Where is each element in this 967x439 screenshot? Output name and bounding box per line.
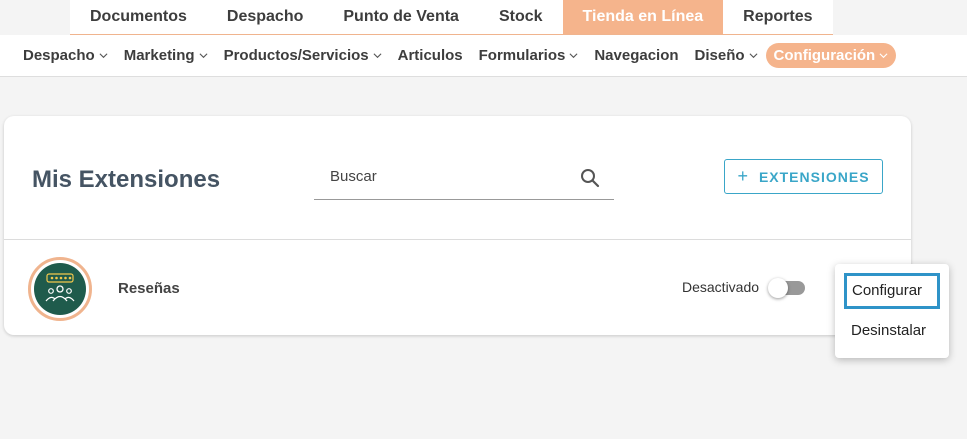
- extension-row: Reseñas Desactivado: [4, 240, 911, 335]
- search-input[interactable]: [330, 168, 570, 185]
- subnav-configuracion[interactable]: Configuración: [765, 43, 897, 68]
- subnav-marketing[interactable]: Marketing: [124, 47, 208, 64]
- subnav-formularios[interactable]: Formularios: [479, 47, 579, 64]
- subnav-articulos[interactable]: Articulos: [398, 47, 463, 64]
- tab-documentos[interactable]: Documentos: [70, 0, 207, 34]
- tab-despacho[interactable]: Despacho: [207, 0, 323, 34]
- tab-stock[interactable]: Stock: [479, 0, 563, 34]
- toggle-knob: [768, 278, 788, 298]
- subnav-label: Navegacion: [594, 47, 679, 64]
- subnav-label: Formularios: [478, 47, 566, 64]
- menu-item-desinstalar[interactable]: Desinstalar: [835, 322, 949, 339]
- plus-icon: +: [737, 166, 749, 186]
- chevron-down-icon: [569, 53, 578, 59]
- tab-reportes[interactable]: Reportes: [723, 0, 832, 34]
- add-extension-button[interactable]: + EXTENSIONES: [724, 159, 883, 194]
- subnav-despacho[interactable]: Despacho: [23, 47, 108, 64]
- tab-punto-de-venta[interactable]: Punto de Venta: [323, 0, 479, 34]
- tab-tienda-en-linea[interactable]: Tienda en Línea: [562, 0, 724, 34]
- extension-status-label: Desactivado: [682, 279, 760, 295]
- subnav-label: Productos/Servicios: [223, 47, 369, 64]
- chevron-down-icon: [373, 53, 382, 59]
- subnav-label: Articulos: [397, 47, 463, 64]
- page-title: Mis Extensiones: [32, 166, 221, 193]
- extension-name: Reseñas: [118, 280, 180, 297]
- subnav-navegacion[interactable]: Navegacion: [594, 47, 678, 64]
- subnav-diseno[interactable]: Diseño: [695, 47, 758, 64]
- menu-item-configurar[interactable]: Configurar: [844, 273, 940, 309]
- subnav-label: Configuración: [773, 47, 876, 64]
- chevron-down-icon: [879, 53, 888, 59]
- subnav-label: Despacho: [23, 47, 95, 64]
- chevron-down-icon: [749, 53, 758, 59]
- subnav-productos-servicios[interactable]: Productos/Servicios: [224, 47, 382, 64]
- search-field: [314, 158, 614, 200]
- extension-avatar: [28, 257, 92, 321]
- add-extension-label: EXTENSIONES: [758, 168, 870, 185]
- subnav-label: Diseño: [694, 47, 745, 64]
- search-icon[interactable]: [580, 168, 600, 188]
- extension-options-menu: Configurar Desinstalar: [835, 264, 949, 358]
- sub-nav: Despacho Marketing Productos/Servicios A…: [0, 35, 967, 77]
- subnav-label: Marketing: [123, 47, 195, 64]
- reviews-icon: [34, 263, 86, 315]
- extensions-card: Mis Extensiones + EXTENSIONES: [4, 116, 911, 335]
- extension-toggle[interactable]: [768, 278, 805, 298]
- chevron-down-icon: [199, 53, 208, 59]
- top-nav: Documentos Despacho Punto de Venta Stock…: [70, 0, 833, 35]
- chevron-down-icon: [99, 53, 108, 59]
